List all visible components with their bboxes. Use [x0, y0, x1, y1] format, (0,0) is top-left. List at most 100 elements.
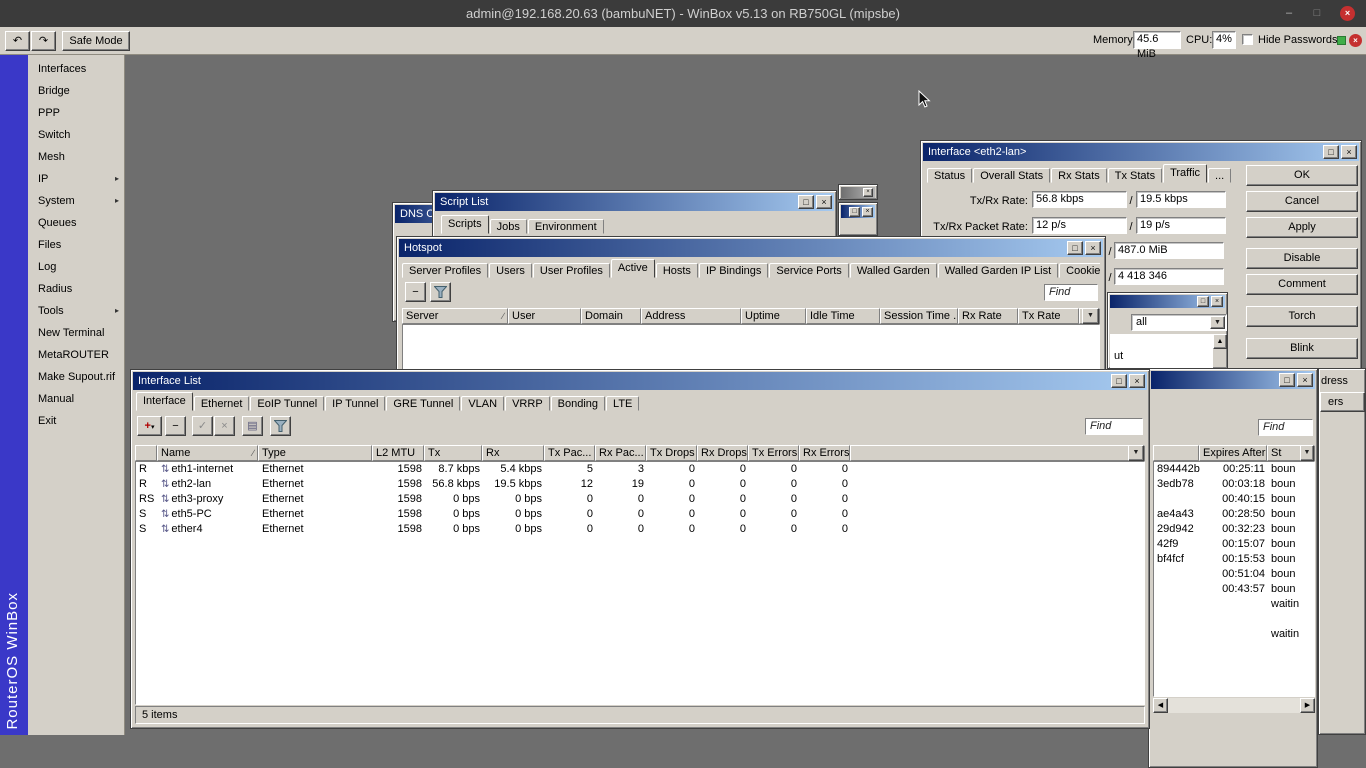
tab-user-profiles[interactable]: User Profiles [532, 263, 610, 278]
tab-vlan[interactable]: VLAN [461, 396, 505, 411]
column-header-name[interactable]: Name ∕ [157, 445, 258, 461]
app-maximize-button[interactable]: □ [1308, 7, 1326, 21]
lease-row[interactable]: 3edb78 00:03:18 boun [1154, 477, 1314, 492]
lease-row[interactable]: bf4fcf 00:15:53 boun [1154, 552, 1314, 567]
interface-list-titlebar[interactable]: Interface List □ × [133, 372, 1147, 390]
column-header-rx[interactable]: Rx [482, 445, 544, 461]
tab-rx-stats[interactable]: Rx Stats [1051, 168, 1107, 183]
interface-row-ether4[interactable]: S ⇅ ether4 Ethernet 1598 0 bps 0 bps 0 0 … [136, 522, 1144, 537]
lease-row[interactable]: ae4a43 00:28:50 boun [1154, 507, 1314, 522]
tab-ethernet[interactable]: Ethernet [193, 396, 250, 411]
window-close-button[interactable]: × [1129, 374, 1145, 388]
find-box[interactable]: Find [1085, 418, 1143, 435]
column-header-rx-rate[interactable]: Rx Rate [958, 308, 1018, 324]
comment-button[interactable]: ▤ [242, 416, 263, 436]
interface-row-eth1-internet[interactable]: R ⇅ eth1-internet Ethernet 1598 8.7 kbps … [136, 462, 1144, 477]
sidebar-item-queues[interactable]: Queues [28, 212, 124, 234]
sidebar-item-ppp[interactable]: PPP [28, 102, 124, 124]
hide-passwords-checkbox[interactable] [1242, 34, 1253, 45]
sidebar-item-exit[interactable]: Exit [28, 410, 124, 432]
titlebar-fragment[interactable]: □ × [1110, 295, 1225, 308]
app-titlebar[interactable]: admin@192.168.20.63 (bambuNET) - WinBox … [0, 0, 1366, 27]
app-close-button[interactable]: × [1340, 6, 1355, 21]
lease-row[interactable]: 42f9 00:15:07 boun [1154, 537, 1314, 552]
column-header-user[interactable]: User [508, 308, 581, 324]
sidebar-item-interfaces[interactable]: Interfaces [28, 58, 124, 80]
window-close-button[interactable]: × [1297, 373, 1313, 387]
tab-lte[interactable]: LTE [606, 396, 640, 411]
undo-button[interactable]: ↶ [5, 31, 30, 51]
tab-server-profiles[interactable]: Server Profiles [402, 263, 489, 278]
tab-ip-tunnel[interactable]: IP Tunnel [325, 396, 386, 411]
lease-row[interactable]: 00:43:57 boun [1154, 582, 1314, 597]
sidebar-item-manual[interactable]: Manual [28, 388, 124, 410]
window-maximize-button[interactable]: □ [1197, 296, 1209, 307]
column-header-rx-drops[interactable]: Rx Drops [697, 445, 748, 461]
tab-eoip-tunnel[interactable]: EoIP Tunnel [250, 396, 325, 411]
column-header-tx-packets[interactable]: Tx Pac... [544, 445, 595, 461]
tab-users[interactable]: Users [489, 263, 532, 278]
leases-titlebar[interactable]: □ × [1151, 371, 1315, 389]
tab-jobs[interactable]: Jobs [489, 219, 527, 234]
column-header-l2mtu[interactable]: L2 MTU [372, 445, 424, 461]
remove-button[interactable]: − [405, 282, 426, 302]
window-maximize-button[interactable]: □ [1111, 374, 1127, 388]
tab-more[interactable]: ... [1208, 168, 1232, 183]
cancel-button[interactable]: Cancel [1246, 191, 1358, 212]
tab-environment[interactable]: Environment [527, 219, 604, 234]
tab-traffic[interactable]: Traffic [1163, 164, 1208, 183]
blink-button[interactable]: Blink [1246, 338, 1358, 359]
column-header-tx-errors[interactable]: Tx Errors [748, 445, 799, 461]
lease-row[interactable] [1154, 612, 1314, 627]
column-header-tx-rate[interactable]: Tx Rate [1018, 308, 1079, 324]
titlebar-fragment[interactable]: □ × [841, 205, 875, 218]
column-header-status[interactable]: St [1267, 445, 1303, 461]
window-close-button[interactable]: × [1341, 145, 1357, 159]
apply-button[interactable]: Apply [1246, 217, 1358, 238]
column-header-idle-time[interactable]: Idle Time [806, 308, 880, 324]
column-header-type[interactable]: Type [258, 445, 372, 461]
window-maximize-button[interactable]: □ [1279, 373, 1295, 387]
disable-button[interactable]: × [214, 416, 235, 436]
column-header-expires-after[interactable]: Expires After [1199, 445, 1267, 461]
tab-vrrp[interactable]: VRRP [505, 396, 550, 411]
dropdown-arrow-icon[interactable]: ▼ [1210, 316, 1225, 329]
interface-row-eth5-pc[interactable]: S ⇅ eth5-PC Ethernet 1598 0 bps 0 bps 0 0… [136, 507, 1144, 522]
scroll-up-button[interactable]: ▲ [1213, 334, 1227, 349]
interface-detail-titlebar[interactable]: Interface <eth2-lan> □ × [923, 143, 1359, 161]
redo-button[interactable]: ↷ [31, 31, 56, 51]
column-header-rx-packets[interactable]: Rx Pac... [595, 445, 646, 461]
tab-cookies[interactable]: Cookies [1059, 263, 1100, 278]
add-button[interactable]: +▾ [137, 416, 162, 436]
column-header-tx-drops[interactable]: Tx Drops [646, 445, 697, 461]
interface-row-eth3-proxy[interactable]: RS ⇅ eth3-proxy Ethernet 1598 0 bps 0 bps… [136, 492, 1144, 507]
inactive-titlebar-fragment[interactable]: × [841, 187, 875, 198]
sidebar-item-make-supout[interactable]: Make Supout.rif [28, 366, 124, 388]
lease-row[interactable]: 894442b 00:25:11 boun [1154, 462, 1314, 477]
tab-walled-garden[interactable]: Walled Garden [849, 263, 937, 278]
disable-button[interactable]: Disable [1246, 248, 1358, 269]
sidebar-item-files[interactable]: Files [28, 234, 124, 256]
tab-hosts[interactable]: Hosts [655, 263, 698, 278]
partial-button[interactable]: ers [1320, 392, 1365, 412]
lease-row[interactable]: 00:40:15 boun [1154, 492, 1314, 507]
sidebar-item-new-terminal[interactable]: New Terminal [28, 322, 124, 344]
lease-row[interactable]: waitin [1154, 597, 1314, 612]
window-close-button[interactable]: × [863, 188, 873, 197]
column-select-dropdown[interactable]: ▼ [1128, 445, 1144, 461]
sidebar-item-mesh[interactable]: Mesh [28, 146, 124, 168]
app-minimize-button[interactable]: – [1280, 7, 1298, 21]
tab-walled-garden-ip-list[interactable]: Walled Garden IP List [937, 263, 1059, 278]
sidebar-item-ip[interactable]: IP ▸ [28, 168, 124, 190]
enable-button[interactable]: ✓ [192, 416, 213, 436]
column-header-server[interactable]: Server ∕ [402, 308, 508, 324]
window-maximize-button[interactable]: □ [1067, 241, 1083, 255]
window-close-button[interactable]: × [1211, 296, 1223, 307]
horizontal-scrollbar[interactable]: ◀ ▶ [1153, 698, 1315, 713]
window-maximize-button[interactable]: □ [1323, 145, 1339, 159]
tab-tx-stats[interactable]: Tx Stats [1107, 168, 1163, 183]
sidebar-item-system[interactable]: System ▸ [28, 190, 124, 212]
scroll-right-button[interactable]: ▶ [1300, 698, 1315, 713]
lease-row[interactable]: waitin [1154, 627, 1314, 642]
comment-button[interactable]: Comment [1246, 274, 1358, 295]
